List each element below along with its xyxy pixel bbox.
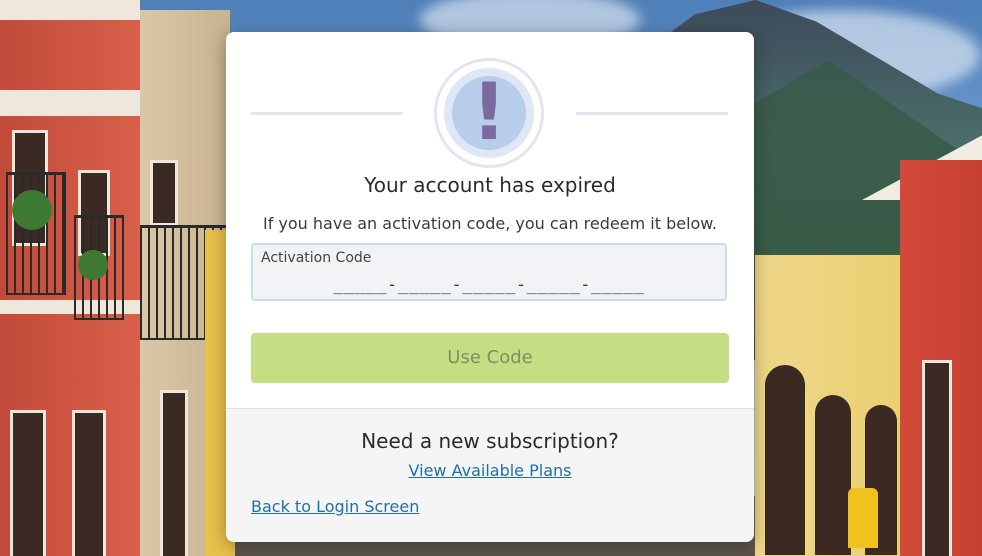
dialog-subtitle: If you have an activation code, you can … bbox=[262, 214, 718, 233]
exclamation-icon: ! bbox=[434, 58, 544, 168]
use-code-button[interactable]: Use Code bbox=[251, 333, 729, 383]
back-to-login-link[interactable]: Back to Login Screen bbox=[251, 497, 419, 516]
activation-code-field[interactable]: Activation Code _____-_____-_____-_____-… bbox=[251, 243, 727, 301]
header-divider-left bbox=[251, 112, 403, 115]
subscription-footer: Need a new subscription? View Available … bbox=[226, 408, 754, 542]
header-divider-right bbox=[576, 112, 728, 115]
dialog-title: Your account has expired bbox=[364, 173, 616, 197]
account-expired-dialog: ! Your account has expired If you have a… bbox=[226, 32, 754, 542]
activation-code-label: Activation Code bbox=[261, 250, 372, 266]
activation-code-input[interactable]: _____-_____-_____-_____-_____ bbox=[253, 275, 725, 295]
view-plans-link[interactable]: View Available Plans bbox=[226, 461, 754, 480]
subscription-heading: Need a new subscription? bbox=[361, 429, 619, 453]
